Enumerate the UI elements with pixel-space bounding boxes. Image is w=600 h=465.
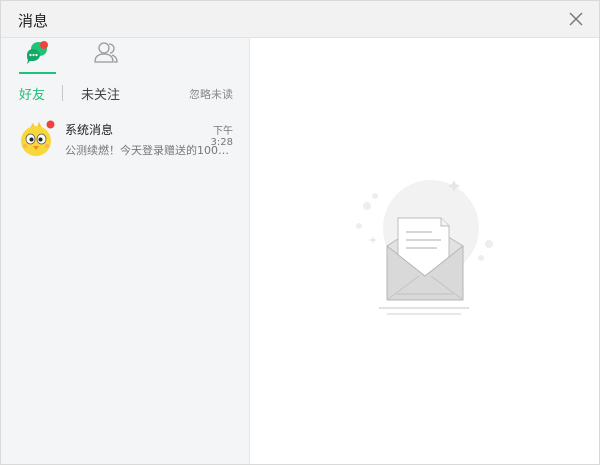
title-bar: 消息	[1, 1, 599, 38]
window-title: 消息	[18, 12, 49, 30]
filter-divider	[62, 85, 63, 101]
close-button[interactable]	[566, 9, 586, 29]
conversation-name: 系统消息	[65, 123, 114, 137]
conversation-item[interactable]: 系统消息 下午3:28 公测续燃！今天登录赠送的1000...	[1, 113, 250, 163]
avatar	[19, 120, 55, 157]
conversation-sidebar: 好友 未关注 忽略未读 系统消息 下午3:28 公测续燃！今天登录赠送的1000…	[1, 38, 250, 464]
message-content-area	[251, 38, 599, 464]
close-icon	[569, 12, 583, 26]
message-window: 消息 好友 未关注 忽略未读 系统消息 下午3:28 公测续燃！今天登录赠送的1…	[0, 0, 600, 465]
filter-friends[interactable]: 好友	[19, 84, 45, 103]
empty-state-illustration	[349, 166, 499, 326]
filter-row: 好友 未关注 忽略未读	[1, 81, 250, 105]
conversation-preview: 公测续燃！今天登录赠送的1000...	[65, 144, 235, 157]
filter-not-followed[interactable]: 未关注	[81, 84, 120, 103]
unread-dot-icon	[46, 120, 55, 129]
active-tab-indicator	[19, 72, 56, 74]
unread-dot-icon	[40, 41, 48, 49]
people-icon	[94, 42, 118, 63]
tab-messages[interactable]	[18, 38, 58, 74]
chat-bubbles-icon	[27, 42, 47, 64]
ignore-unread-link[interactable]: 忽略未读	[189, 86, 233, 102]
envelope-illustration-icon	[356, 180, 493, 315]
tab-contacts[interactable]	[87, 38, 127, 74]
